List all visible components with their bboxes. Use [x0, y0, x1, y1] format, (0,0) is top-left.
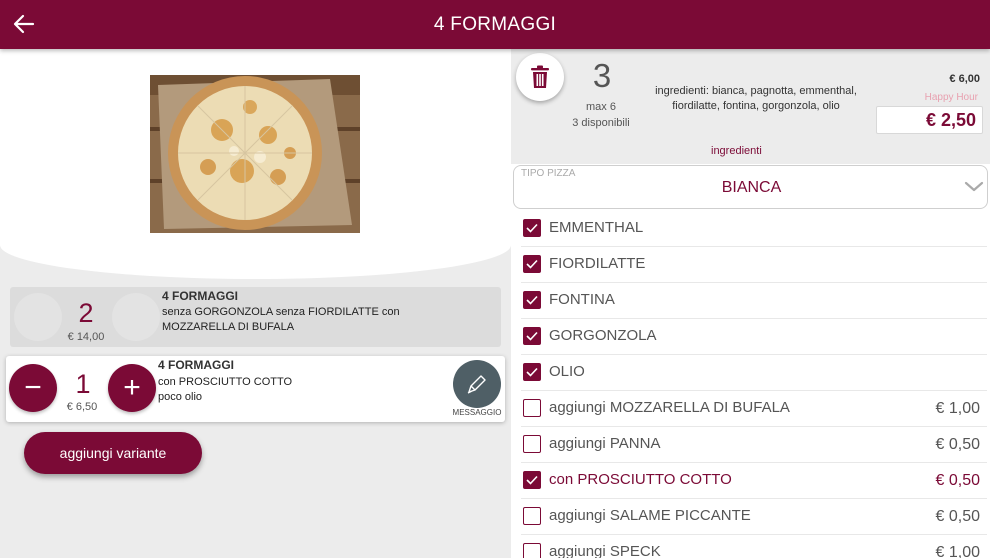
ingredient-list: EMMENTHAL FIORDILATTE FONTINA GORGONZOLA OLI… — [521, 211, 987, 558]
ingredient-price: € 0,50 — [935, 436, 980, 453]
ingredient-option[interactable]: aggiungi SPECK € 1,00 — [521, 535, 987, 558]
checkbox[interactable] — [523, 543, 541, 558]
ingredient-option[interactable]: aggiungi SALAME PICCANTE € 0,50 — [521, 499, 987, 535]
check-icon — [526, 367, 538, 377]
ingredient-price: € 1,00 — [935, 400, 980, 417]
chevron-down-icon — [964, 181, 984, 192]
line-note: poco olio — [158, 391, 203, 403]
check-icon — [526, 475, 538, 485]
ingredient-price: € 0,50 — [935, 472, 980, 489]
line-quantity: 2 — [78, 298, 94, 328]
ingredient-name: FIORDILATTE — [549, 255, 646, 272]
ingredient-price: € 1,00 — [935, 544, 980, 558]
arrow-left-icon — [13, 14, 35, 34]
detail-quantity: 3 — [592, 57, 612, 94]
ingredient-name: aggiungi MOZZARELLA DI BUFALA — [549, 399, 790, 416]
checkbox[interactable] — [523, 363, 541, 381]
plus-icon: + — [123, 371, 141, 404]
line-description: con PROSCIUTTO COTTO — [158, 376, 293, 388]
delete-button[interactable] — [516, 53, 564, 101]
ingredient-option[interactable]: aggiungi MOZZARELLA DI BUFALA € 1,00 — [521, 391, 987, 427]
order-panel: 2 € 14,00 4 FORMAGGI senza GORGONZOLA se… — [0, 49, 511, 558]
line-title: 4 FORMAGGI — [162, 289, 239, 303]
original-price: € 6,00 — [949, 73, 980, 85]
checkbox[interactable] — [523, 327, 541, 345]
page-title: 4 FORMAGGI — [433, 13, 557, 35]
pizza-type-value: BIANCA — [721, 179, 782, 196]
order-line[interactable]: 2 € 14,00 4 FORMAGGI senza GORGONZOLA se… — [10, 287, 501, 347]
check-icon — [526, 259, 538, 269]
ingredients-tab[interactable]: ingredienti — [711, 145, 762, 157]
ingredient-price: € 0,50 — [935, 508, 980, 525]
ingredient-name: EMMENTHAL — [549, 219, 644, 236]
app-header: 4 FORMAGGI — [0, 0, 990, 49]
line-price: € 14,00 — [67, 331, 105, 343]
ingredient-name: aggiungi SPECK — [549, 543, 661, 558]
detail-summary: 3 max 6 3 disponibili ingredienti: bianc… — [511, 49, 990, 164]
available-quantity: 3 disponibili — [572, 117, 630, 129]
checkbox[interactable] — [523, 399, 541, 417]
minus-icon: − — [24, 371, 42, 404]
decrease-button[interactable]: − — [9, 364, 57, 412]
back-button[interactable] — [10, 10, 38, 38]
ingredient-name: aggiungi SALAME PICCANTE — [549, 507, 751, 524]
pizza-type-select[interactable]: TIPO PIZZA BIANCA — [513, 165, 988, 209]
line-quantity: 1 — [75, 369, 91, 399]
increase-button[interactable]: + — [108, 364, 156, 412]
pizza-photo — [150, 75, 360, 233]
trash-icon — [531, 65, 549, 88]
checkbox[interactable] — [523, 435, 541, 453]
ingredient-option[interactable]: FONTINA — [521, 283, 987, 319]
checkbox[interactable] — [523, 255, 541, 273]
check-icon — [526, 295, 538, 305]
max-quantity: max 6 — [586, 101, 616, 113]
happy-hour-label: Happy Hour — [924, 92, 978, 103]
check-icon — [526, 223, 538, 233]
ingredient-option[interactable]: EMMENTHAL — [521, 211, 987, 247]
product-image-area — [0, 49, 511, 279]
ingredient-option[interactable]: GORGONZOLA — [521, 319, 987, 355]
line-title: 4 FORMAGGI — [158, 358, 235, 372]
checkbox[interactable] — [523, 291, 541, 309]
ingredient-name: OLIO — [549, 363, 585, 380]
pencil-icon — [467, 375, 486, 394]
checkbox[interactable] — [523, 471, 541, 489]
ingredient-option[interactable]: OLIO — [521, 355, 987, 391]
ingredient-option[interactable]: aggiungi PANNA € 0,50 — [521, 427, 987, 463]
check-icon — [526, 331, 538, 341]
ingredient-option[interactable]: FIORDILATTE — [521, 247, 987, 283]
ingredient-name: aggiungi PANNA — [549, 435, 661, 452]
add-variant-button[interactable]: aggiungi variante — [24, 432, 202, 474]
ingredient-name: FONTINA — [549, 291, 615, 308]
message-button[interactable] — [453, 360, 501, 408]
line-price: € 6,50 — [66, 401, 98, 413]
ingredients-description: ingredienti: bianca, pagnotta, emmenthal… — [655, 85, 857, 112]
checkbox[interactable] — [523, 507, 541, 525]
pizza-type-label: TIPO PIZZA — [521, 168, 576, 179]
checkbox[interactable] — [523, 219, 541, 237]
detail-panel: 3 max 6 3 disponibili ingredienti: bianc… — [511, 49, 990, 558]
order-line-active[interactable]: − 1 € 6,50 + 4 FORMAGGI con PROSCIUTTO C… — [6, 356, 505, 422]
message-label: MESSAGGIO — [452, 408, 502, 417]
ingredient-option[interactable]: con PROSCIUTTO COTTO € 0,50 — [521, 463, 987, 499]
increase-button-disabled — [112, 293, 160, 341]
ingredient-name: con PROSCIUTTO COTTO — [549, 471, 732, 488]
price-field[interactable]: € 2,50 — [876, 106, 983, 134]
line-description: senza GORGONZOLA senza FIORDILATTE con M… — [162, 306, 400, 333]
decrease-button-disabled — [14, 293, 62, 341]
ingredient-name: GORGONZOLA — [549, 327, 657, 344]
